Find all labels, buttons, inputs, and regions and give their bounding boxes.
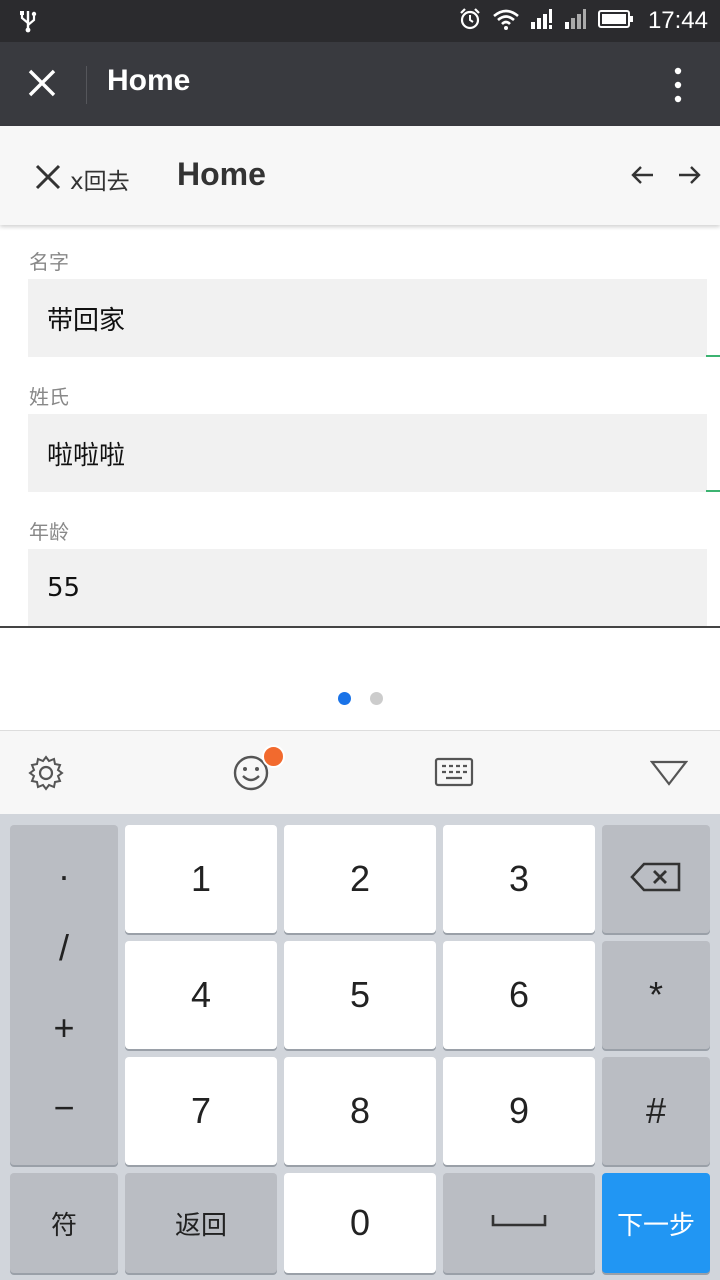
key-asterisk[interactable]: * (602, 941, 710, 1049)
usb-icon (18, 9, 38, 37)
age-label: 年龄 (29, 520, 69, 544)
alarm-icon (458, 7, 482, 35)
back-label: x回去 (70, 169, 130, 195)
page-title: Home (177, 156, 266, 192)
symbols-key[interactable]: 符 (10, 1173, 118, 1273)
signal-icon-1 (530, 8, 554, 34)
key-1[interactable]: 1 (125, 825, 277, 933)
key-0[interactable]: 0 (284, 1173, 436, 1273)
key-hash[interactable]: # (602, 1057, 710, 1165)
first-name-field[interactable]: 带回家 (28, 279, 707, 357)
collapse-icon[interactable] (649, 759, 689, 791)
backspace-icon (630, 861, 682, 898)
close-icon[interactable] (26, 67, 58, 103)
symbol-column[interactable]: · / + − (10, 825, 118, 1165)
key-6[interactable]: 6 (443, 941, 595, 1049)
arrow-left-icon[interactable] (630, 162, 656, 192)
page-dot[interactable] (370, 692, 383, 705)
key-7[interactable]: 7 (125, 1057, 277, 1165)
key-3[interactable]: 3 (443, 825, 595, 933)
page-dot-active[interactable] (338, 692, 351, 705)
first-name-label: 名字 (29, 250, 69, 274)
notification-badge (262, 745, 285, 768)
key-minus[interactable]: − (10, 1087, 118, 1129)
key-9[interactable]: 9 (443, 1057, 595, 1165)
age-field[interactable]: 55 (28, 549, 707, 626)
last-name-field[interactable]: 啦啦啦 (28, 414, 707, 492)
key-5[interactable]: 5 (284, 941, 436, 1049)
form: 名字 带回家 姓氏 啦啦啦 年龄 55 (0, 226, 720, 626)
status-time: 17:44 (647, 7, 708, 34)
next-button[interactable]: 下一步 (602, 1173, 710, 1273)
status-bar: 17:44 (0, 0, 720, 42)
arrow-right-icon[interactable] (676, 162, 702, 192)
signal-icon-2 (564, 8, 588, 34)
key-2[interactable]: 2 (284, 825, 436, 933)
backspace-button[interactable] (602, 825, 710, 933)
keyboard-icon[interactable] (434, 757, 474, 791)
key-4[interactable]: 4 (125, 941, 277, 1049)
close-icon (34, 163, 62, 195)
keyboard-toolbar (0, 730, 720, 815)
key-dot[interactable]: · (10, 855, 118, 897)
gear-icon[interactable] (28, 755, 64, 795)
space-icon (491, 1213, 547, 1234)
last-name-label: 姓氏 (29, 385, 69, 409)
pager-area (0, 628, 720, 730)
page-nav-bar: x回去 Home (0, 126, 720, 225)
battery-icon (597, 9, 634, 33)
field-underline (706, 355, 720, 357)
key-8[interactable]: 8 (284, 1057, 436, 1165)
app-bar: Home (0, 42, 720, 126)
key-plus[interactable]: + (10, 1007, 118, 1049)
back-button[interactable]: x回去 (34, 162, 130, 196)
wifi-icon (492, 8, 520, 34)
space-key[interactable] (443, 1173, 595, 1273)
back-key[interactable]: 返回 (125, 1173, 277, 1273)
app-bar-title: Home (107, 64, 191, 97)
app-bar-divider (86, 66, 87, 104)
key-slash[interactable]: / (10, 927, 118, 969)
field-underline (706, 490, 720, 492)
more-icon[interactable] (668, 66, 688, 108)
